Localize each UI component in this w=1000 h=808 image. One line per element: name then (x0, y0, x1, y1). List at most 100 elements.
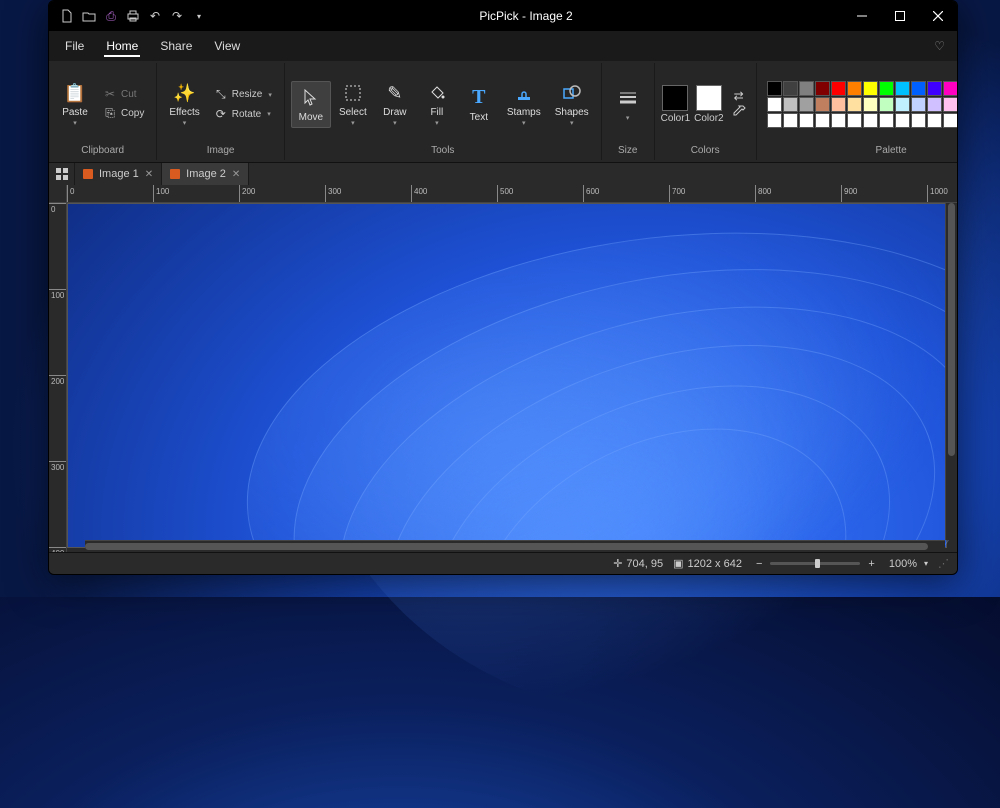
palette-swatch[interactable] (847, 81, 862, 96)
vertical-scrollbar[interactable] (945, 203, 957, 540)
zoom-in-button[interactable]: + (864, 558, 878, 570)
palette-swatch[interactable] (767, 113, 782, 128)
ruler-tick-label: 700 (672, 187, 685, 196)
rotate-button[interactable]: ⟳Rotate▾ (208, 105, 278, 123)
save-icon[interactable]: ⎙ (101, 6, 121, 26)
select-tool[interactable]: Select▾ (333, 77, 373, 131)
effects-icon: ✨ (173, 81, 195, 105)
palette-swatch[interactable] (799, 81, 814, 96)
close-button[interactable] (919, 1, 957, 31)
maximize-button[interactable] (881, 1, 919, 31)
palette-swatch[interactable] (863, 113, 878, 128)
color2-button[interactable]: Color2 (694, 85, 723, 124)
palette-swatch[interactable] (767, 97, 782, 112)
horizontal-scrollbar[interactable] (85, 540, 945, 552)
qat-dropdown-icon[interactable]: ▾ (189, 6, 209, 26)
palette-swatch[interactable] (863, 97, 878, 112)
palette-swatch[interactable] (927, 113, 942, 128)
new-file-icon[interactable] (57, 6, 77, 26)
window-buttons (843, 1, 957, 31)
palette-swatch[interactable] (943, 113, 958, 128)
palette-swatch[interactable] (831, 97, 846, 112)
palette-swatch[interactable] (815, 113, 830, 128)
copy-button[interactable]: ⎘Copy (97, 104, 150, 123)
palette-swatch[interactable] (879, 81, 894, 96)
palette-swatch[interactable] (911, 81, 926, 96)
menu-share[interactable]: Share (150, 35, 202, 57)
print-icon[interactable] (123, 6, 143, 26)
palette-swatch[interactable] (943, 97, 958, 112)
zoom-slider[interactable] (770, 562, 860, 565)
shapes-tool[interactable]: Shapes▾ (549, 77, 595, 131)
swap-colors-icon[interactable]: ⇄ (734, 89, 744, 103)
palette-swatch[interactable] (911, 113, 926, 128)
palette-swatch[interactable] (927, 81, 942, 96)
close-tab-icon[interactable]: ✕ (232, 169, 240, 180)
menu-home[interactable]: Home (96, 35, 148, 57)
canvas[interactable] (67, 203, 947, 548)
menu-view[interactable]: View (204, 35, 250, 57)
size-button[interactable]: ▾ (608, 83, 648, 126)
fill-tool[interactable]: Fill▾ (417, 77, 457, 131)
text-tool[interactable]: TText (459, 82, 499, 127)
ruler-tick-label: 400 (51, 549, 64, 552)
close-tab-icon[interactable]: ✕ (145, 169, 153, 180)
cut-button[interactable]: ✂Cut (97, 85, 150, 103)
eyedropper-icon[interactable] (732, 105, 746, 119)
select-icon (344, 81, 362, 105)
draw-tool[interactable]: ✎Draw▾ (375, 77, 415, 131)
palette-swatch[interactable] (895, 113, 910, 128)
palette-swatch[interactable] (783, 113, 798, 128)
copy-icon: ⎘ (103, 106, 117, 121)
palette-swatch[interactable] (799, 97, 814, 112)
pencil-icon: ✎ (387, 81, 402, 105)
ruler-tick-label: 100 (51, 291, 64, 300)
status-coords: ✛704, 95 (613, 557, 663, 570)
palette-swatch[interactable] (815, 97, 830, 112)
move-tool[interactable]: Move (291, 81, 331, 128)
redo-icon[interactable]: ↷ (167, 6, 187, 26)
grid-view-icon[interactable] (49, 163, 75, 185)
palette-swatch[interactable] (831, 113, 846, 128)
doc-tab-1[interactable]: Image 1✕ (75, 163, 162, 185)
group-label: Image (163, 143, 277, 158)
paste-button[interactable]: 📋 Paste ▾ (55, 77, 95, 131)
palette-swatch[interactable] (815, 81, 830, 96)
horizontal-ruler: 01002003004005006007008009001000 (49, 185, 957, 203)
minimize-button[interactable] (843, 1, 881, 31)
group-label: Clipboard (55, 143, 150, 158)
ruler-tick-label: 1000 (930, 187, 948, 196)
palette-swatch[interactable] (911, 97, 926, 112)
palette-swatch[interactable] (927, 97, 942, 112)
palette-swatch[interactable] (767, 81, 782, 96)
rotate-icon: ⟳ (214, 107, 228, 121)
doc-icon (170, 169, 180, 179)
color2-swatch (696, 85, 722, 111)
palette-swatch[interactable] (783, 97, 798, 112)
color1-button[interactable]: Color1 (661, 85, 690, 124)
menu-file[interactable]: File (55, 35, 94, 57)
palette-swatch[interactable] (879, 97, 894, 112)
palette-swatch[interactable] (895, 81, 910, 96)
palette-swatch[interactable] (879, 113, 894, 128)
palette-swatch[interactable] (799, 113, 814, 128)
palette-swatch[interactable] (831, 81, 846, 96)
palette-swatch[interactable] (943, 81, 958, 96)
stamps-tool[interactable]: Stamps▾ (501, 77, 547, 131)
palette-swatch[interactable] (847, 113, 862, 128)
statusbar: ✛704, 95 ▣1202 x 642 − + 100%▾ ⋰ (49, 552, 957, 574)
zoom-out-button[interactable]: − (752, 558, 766, 570)
palette-swatch[interactable] (847, 97, 862, 112)
doc-tab-2[interactable]: Image 2✕ (162, 163, 249, 185)
palette-swatch[interactable] (863, 81, 878, 96)
open-file-icon[interactable] (79, 6, 99, 26)
resize-grip-icon[interactable]: ⋰ (938, 557, 949, 570)
undo-icon[interactable]: ↶ (145, 6, 165, 26)
favorite-icon[interactable]: ♡ (934, 39, 945, 53)
palette-swatch[interactable] (783, 81, 798, 96)
palette-swatch[interactable] (895, 97, 910, 112)
canvas-area[interactable] (67, 203, 957, 552)
zoom-level[interactable]: 100%▾ (889, 558, 928, 570)
effects-button[interactable]: ✨ Effects ▾ (163, 77, 205, 131)
resize-button[interactable]: ⤡Resize▾ (208, 85, 278, 104)
